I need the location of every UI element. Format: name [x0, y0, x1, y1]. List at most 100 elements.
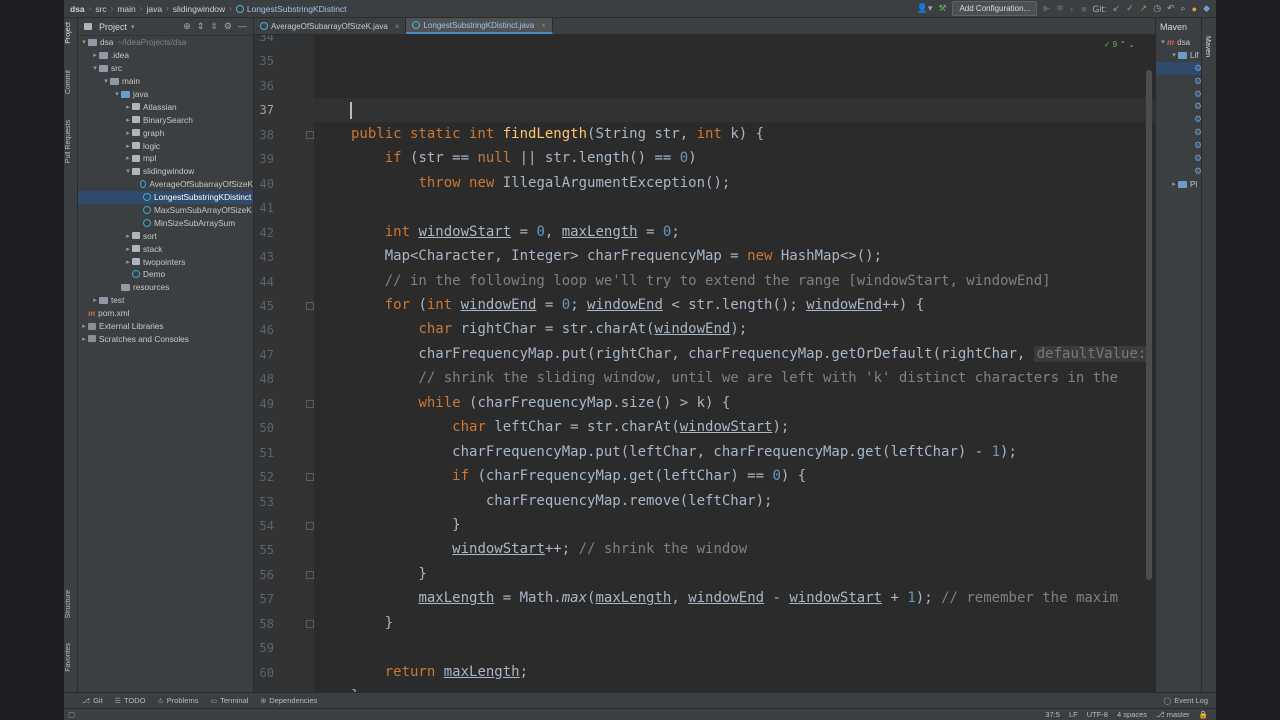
run-icon[interactable]: ▶ — [1043, 3, 1050, 14]
maven-tree-item[interactable]: ▾ Lif — [1156, 49, 1201, 62]
breadcrumb-item[interactable]: slidingwindow — [173, 4, 225, 14]
tree-item[interactable]: ▸ .idea — [78, 49, 253, 62]
chevron-right-icon[interactable]: ▸ — [124, 116, 132, 124]
code-line[interactable]: maxLength = Math.max(maxLength, windowEn… — [351, 590, 1118, 606]
plugin-icon[interactable]: ◆ — [1203, 3, 1210, 14]
maven-tree-item[interactable]: ⚙ — [1156, 113, 1201, 126]
pull-requests-tool-tab[interactable]: Pull Requests — [65, 120, 72, 163]
chevron-right-icon[interactable]: ▸ — [124, 232, 132, 240]
inspection-widget[interactable]: ✓ 9 ⌃ ⌄ — [1104, 40, 1135, 49]
breadcrumb-item[interactable]: java — [146, 4, 162, 14]
chevron-right-icon[interactable]: ▸ — [80, 335, 88, 343]
maven-tree-item[interactable]: ⚙ — [1156, 126, 1201, 139]
chevron-right-icon[interactable]: ▸ — [1170, 180, 1178, 188]
event-log-button[interactable]: ◯ Event Log — [1163, 696, 1216, 705]
code-line[interactable]: windowStart++; // shrink the window — [351, 541, 747, 557]
maven-tree-item[interactable]: ⚙ — [1156, 152, 1201, 165]
maven-tool-tab[interactable]: Maven — [1204, 36, 1211, 57]
add-configuration-button[interactable]: Add Configuration... — [952, 1, 1038, 16]
chevron-right-icon[interactable]: ▸ — [124, 103, 132, 111]
structure-tool-tab[interactable]: Structure — [65, 590, 72, 618]
code-line[interactable]: public static int findLength(String str,… — [351, 126, 764, 142]
stop-icon[interactable]: ■ — [1081, 4, 1086, 14]
code-line[interactable]: charFrequencyMap.remove(leftChar); — [351, 493, 773, 509]
fold-marker-icon[interactable] — [306, 570, 314, 579]
chevron-right-icon[interactable]: ▸ — [80, 322, 88, 330]
tool-button-terminal[interactable]: ▭ Terminal — [210, 696, 248, 705]
code-line[interactable]: if (str == null || str.length() == 0) — [351, 150, 697, 166]
chevron-down-icon[interactable]: ▾ — [80, 38, 88, 46]
favorites-tool-tab[interactable]: Favorites — [65, 643, 72, 672]
tree-item[interactable]: resources — [78, 281, 253, 294]
chevron-right-icon[interactable]: ▸ — [124, 154, 132, 162]
code-line[interactable]: charFrequencyMap.put(leftChar, charFrequ… — [351, 444, 1017, 460]
tree-item[interactable]: ▸ mpl — [78, 152, 253, 165]
code-editor[interactable]: 34 35 36 37 38 39 40 41 42 43 44 45 46 47 48 49 50 51 52 53… — [254, 35, 1155, 692]
tree-item[interactable]: ▸ graph — [78, 126, 253, 139]
fold-marker-icon[interactable] — [306, 473, 314, 482]
tree-item[interactable]: MinSizeSubArraySum — [78, 216, 253, 229]
code-line[interactable]: int windowStart = 0, maxLength = 0; — [351, 224, 680, 240]
chevron-down-icon[interactable]: ▾ — [113, 90, 121, 98]
tool-button-git[interactable]: ⎇ Git — [82, 696, 103, 705]
tree-item[interactable]: ▸ test — [78, 294, 253, 307]
code-line[interactable]: for (int windowEnd = 0; windowEnd < str.… — [351, 297, 925, 313]
tree-item[interactable]: ▸ logic — [78, 139, 253, 152]
maven-tree-item[interactable]: ⚙ — [1156, 88, 1201, 101]
tool-button-problems[interactable]: ⚠ Problems — [157, 696, 198, 705]
chevron-down-icon[interactable]: ▾ — [91, 64, 99, 72]
tree-item[interactable]: ▸ External Libraries — [78, 320, 253, 333]
caret-position[interactable]: 37:5 — [1045, 710, 1060, 719]
lock-icon[interactable]: 🔒 — [1199, 710, 1208, 719]
maven-tree-item[interactable]: ⚙ — [1156, 100, 1201, 113]
maven-tree-item[interactable]: ▸ Pl — [1156, 178, 1201, 191]
chevron-right-icon[interactable]: ▸ — [91, 51, 99, 59]
chevron-right-icon[interactable]: ▸ — [124, 245, 132, 253]
breadcrumb-file[interactable]: LongestSubstringKDistinct — [235, 4, 347, 14]
history-icon[interactable]: ◷ — [1153, 3, 1161, 14]
chevron-down-icon[interactable]: ▾ — [124, 167, 132, 175]
tree-item[interactable]: LongestSubstringKDistinct — [78, 190, 253, 204]
chevron-down-icon[interactable]: ▾ — [1170, 51, 1178, 59]
editor-tab[interactable]: LongestSubstringKDistinct.java × — [406, 18, 553, 34]
git-commit-icon[interactable]: ✓ — [1126, 3, 1134, 14]
code-line[interactable]: if (charFrequencyMap.get(leftChar) == 0)… — [351, 468, 806, 484]
tree-item[interactable]: ▸ BinarySearch — [78, 113, 253, 126]
ide-update-icon[interactable]: ● — [1192, 4, 1197, 14]
git-push-icon[interactable]: ↗ — [1140, 3, 1148, 14]
tree-item[interactable]: MaxSumSubArrayOfSizeK — [78, 204, 253, 217]
expand-icon[interactable]: ⇳ — [210, 21, 218, 32]
maven-tree-item[interactable]: ⚙ — [1156, 61, 1201, 75]
tree-item[interactable]: ▾ slidingwindow — [78, 165, 253, 178]
line-separator[interactable]: LF — [1069, 710, 1078, 719]
editor-tab[interactable]: AverageOfSubarrayOfSizeK.java × — [254, 18, 407, 34]
user-icon[interactable]: 👤▾ — [917, 3, 933, 14]
fold-marker-icon[interactable] — [306, 399, 314, 408]
coverage-icon[interactable]: ◐ — [1070, 4, 1075, 14]
commit-tool-tab[interactable]: Commit — [65, 70, 72, 94]
git-branch[interactable]: ⎇ master — [1156, 710, 1190, 719]
project-tool-tab[interactable]: Project — [65, 22, 72, 44]
fold-marker-icon[interactable] — [306, 301, 314, 310]
maven-tree-item[interactable]: ⚙ — [1156, 139, 1201, 152]
tool-button-dependencies[interactable]: ⊕ Dependencies — [260, 696, 317, 705]
rollback-icon[interactable]: ↶ — [1167, 3, 1175, 14]
tool-button-todo[interactable]: ☰ TODO — [115, 696, 146, 705]
tree-item[interactable]: AverageOfSubarrayOfSizeK — [78, 178, 253, 191]
close-icon[interactable]: × — [541, 21, 546, 30]
debug-icon[interactable]: ✱ — [1056, 3, 1064, 14]
code-line[interactable]: } — [351, 566, 426, 582]
build-hammer-icon[interactable]: ⚒ — [938, 3, 946, 14]
code-line[interactable]: // in the following loop we'll try to ex… — [351, 273, 1051, 289]
chevron-down-icon[interactable]: ▾ — [1159, 38, 1167, 46]
close-icon[interactable]: × — [395, 22, 400, 31]
tree-item[interactable]: ▾ dsa ~/IdeaProjects/dsa — [78, 36, 253, 49]
tree-item[interactable]: m pom.xml — [78, 307, 253, 320]
chevron-down-icon[interactable]: ▾ — [102, 77, 110, 85]
chevron-right-icon[interactable]: ▸ — [124, 142, 132, 150]
maven-tree-item[interactable]: ⚙ — [1156, 75, 1201, 88]
tree-item[interactable]: ▸ sort — [78, 229, 253, 242]
editor-scrollbar[interactable] — [1146, 70, 1152, 580]
fold-marker-icon[interactable] — [306, 522, 314, 530]
file-encoding[interactable]: UTF-8 — [1087, 710, 1108, 719]
